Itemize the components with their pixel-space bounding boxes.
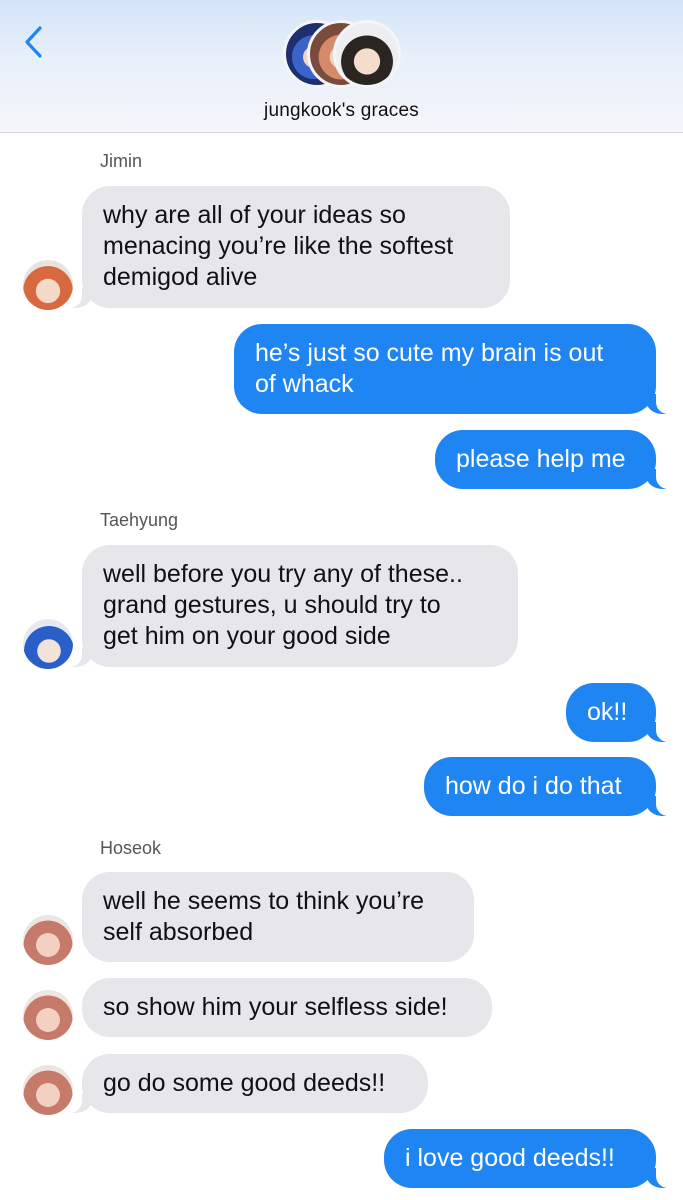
message-bubble-outgoing[interactable]: please help me xyxy=(435,430,656,489)
message-bubble-incoming[interactable]: well he seems to think you’re self absor… xyxy=(82,872,474,962)
message-line: well he seems to think you’re xyxy=(103,887,424,915)
group-avatars[interactable] xyxy=(283,20,403,90)
message-line: demigod alive xyxy=(103,263,258,291)
message-line: why are all of your ideas so xyxy=(103,201,406,229)
message-bubble-outgoing[interactable]: i love good deeds!! xyxy=(384,1129,656,1188)
message-line: of whack xyxy=(255,370,354,398)
chevron-left-icon xyxy=(25,26,42,58)
bubble-tail xyxy=(62,286,92,308)
avatar-hoseok[interactable] xyxy=(23,990,73,1040)
sender-name-hoseok: Hoseok xyxy=(100,838,162,858)
message-line: grand gestures, u should try to xyxy=(103,591,441,619)
group-member-avatar xyxy=(333,20,401,88)
message-bubble-incoming[interactable]: go do some good deeds!! xyxy=(82,1054,428,1113)
message-line: he’s just so cute my brain is out xyxy=(255,339,604,367)
bubble-tail xyxy=(646,720,676,742)
avatar-hoseok[interactable] xyxy=(23,915,73,965)
avatar-jimin[interactable] xyxy=(23,260,73,310)
message-line: how do i do that xyxy=(445,772,622,800)
message-line: i love good deeds!! xyxy=(405,1144,615,1172)
back-button[interactable] xyxy=(18,22,48,62)
conversation-header: jungkook's graces xyxy=(0,0,683,133)
message-bubble-outgoing[interactable]: ok!! xyxy=(566,683,656,742)
message-line: please help me xyxy=(456,445,626,473)
bubble-tail xyxy=(646,467,676,489)
message-line: well before you try any of these.. xyxy=(103,560,463,588)
sender-name-jimin: Jimin xyxy=(100,151,143,171)
bubble-tail xyxy=(646,794,676,816)
message-line: ok!! xyxy=(587,698,628,726)
avatar-taehyung[interactable] xyxy=(23,619,73,669)
message-line: get him on your good side xyxy=(103,622,391,650)
message-bubble-outgoing[interactable]: how do i do that xyxy=(424,757,656,816)
group-name[interactable]: jungkook's graces xyxy=(0,100,683,122)
message-line: so show him your selfless side! xyxy=(103,993,448,1021)
message-line: menacing you’re like the softest xyxy=(103,232,454,260)
bubble-tail xyxy=(62,1091,92,1113)
message-bubble-incoming[interactable]: why are all of your ideas so menacing yo… xyxy=(82,186,510,308)
message-bubble-incoming[interactable]: so show him your selfless side! xyxy=(82,978,492,1037)
bubble-tail xyxy=(646,1166,676,1188)
sender-name-taehyung: Taehyung xyxy=(100,510,179,530)
message-bubble-incoming[interactable]: well before you try any of these.. grand… xyxy=(82,545,518,667)
message-line: self absorbed xyxy=(103,918,254,946)
bubble-tail xyxy=(646,392,676,414)
avatar-hoseok[interactable] xyxy=(23,1065,73,1115)
bubble-tail xyxy=(62,645,92,667)
message-line: go do some good deeds!! xyxy=(103,1069,386,1097)
message-bubble-outgoing[interactable]: he’s just so cute my brain is out of wha… xyxy=(234,324,656,414)
